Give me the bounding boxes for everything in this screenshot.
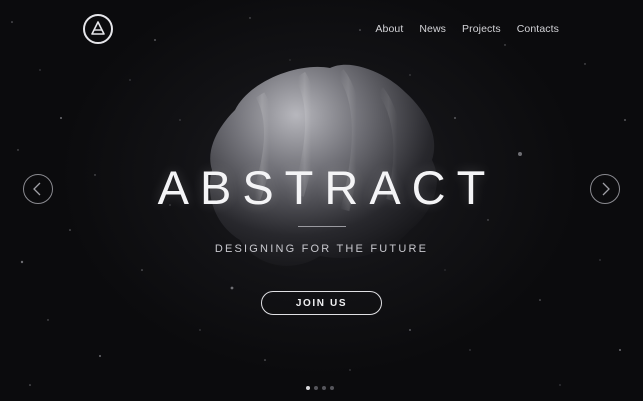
slide-pagination bbox=[306, 386, 334, 390]
hero-section: About News Projects Contacts ABSTRACT DE… bbox=[0, 0, 643, 401]
nav-projects-link[interactable]: Projects bbox=[462, 23, 501, 35]
hero-title: ABSTRACT bbox=[157, 161, 497, 214]
title-divider bbox=[298, 226, 346, 227]
hero-subtitle: DESIGNING FOR THE FUTURE bbox=[214, 243, 429, 255]
slide-dot-3[interactable] bbox=[322, 386, 326, 390]
triangle-a-logo-icon bbox=[91, 21, 105, 35]
nav-news-link[interactable]: News bbox=[419, 23, 446, 35]
nav-contacts-link[interactable]: Contacts bbox=[517, 23, 559, 35]
slide-dot-2[interactable] bbox=[314, 386, 318, 390]
slide-dot-1[interactable] bbox=[306, 386, 310, 390]
main-nav: About News Projects Contacts bbox=[375, 23, 559, 35]
join-us-button[interactable]: JOIN US bbox=[261, 291, 382, 315]
nav-about-link[interactable]: About bbox=[375, 23, 403, 35]
logo-icon[interactable] bbox=[83, 14, 113, 44]
slide-dot-4[interactable] bbox=[330, 386, 334, 390]
